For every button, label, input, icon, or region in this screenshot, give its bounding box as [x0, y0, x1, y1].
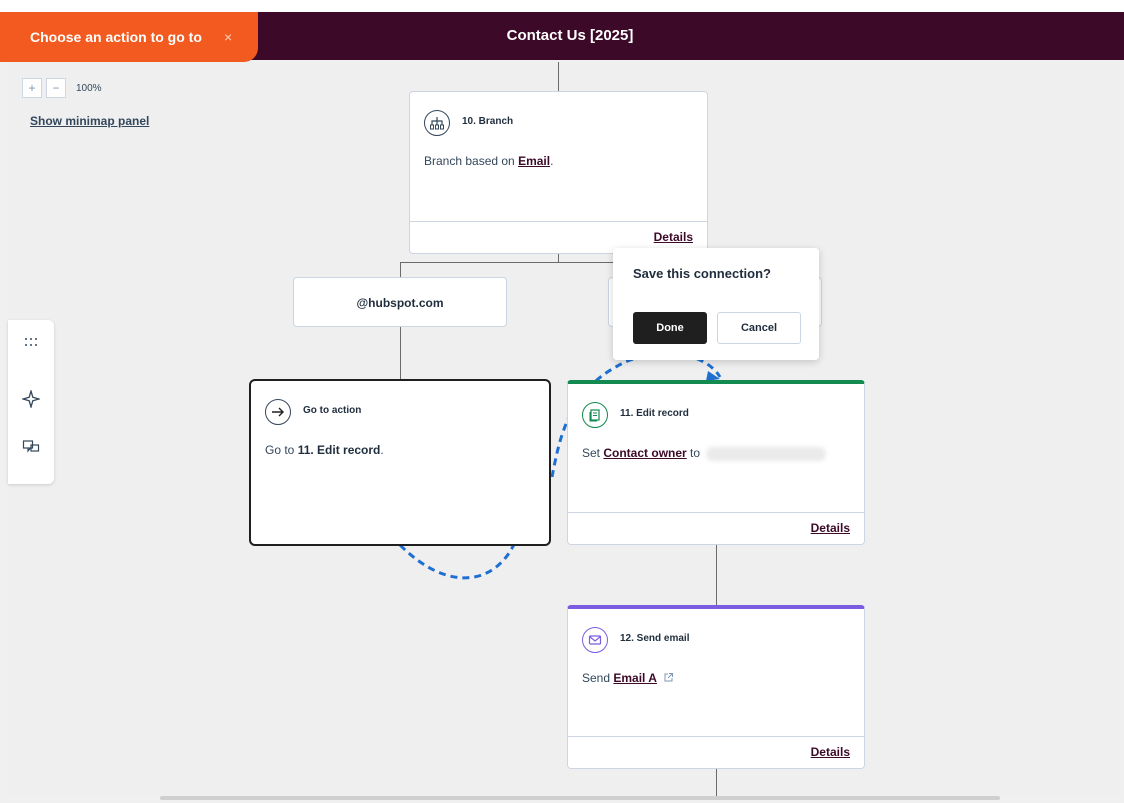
zoom-level: 100%: [76, 82, 102, 94]
desc-text: to: [686, 446, 701, 460]
branch-option-label: @hubspot.com: [356, 296, 444, 310]
action-title: 12. Send email: [620, 633, 690, 644]
top-strip: [0, 0, 1124, 12]
details-link[interactable]: Details: [811, 521, 850, 535]
edit-record-icon: [582, 402, 608, 428]
desc-text: Branch based on: [424, 154, 519, 168]
cancel-button[interactable]: Cancel: [717, 312, 801, 344]
arrow-right-icon: [265, 399, 291, 425]
branch-icon: [424, 110, 450, 136]
zoom-out-button[interactable]: −: [46, 78, 66, 98]
connector-line: [400, 262, 401, 278]
action-title: 10. Branch: [462, 116, 514, 127]
card-footer: Details: [568, 736, 864, 768]
action-title: 11. Edit record: [620, 408, 689, 419]
zoom-in-button[interactable]: +: [22, 78, 42, 98]
sparkle-icon[interactable]: [20, 388, 42, 410]
action-description: Go to 11. Edit record.: [265, 443, 384, 457]
done-button[interactable]: Done: [633, 312, 707, 344]
action-description: Set Contact owner to: [582, 446, 827, 461]
close-icon[interactable]: ×: [224, 12, 232, 62]
goto-action-card[interactable]: Go to action Go to 11. Edit record.: [249, 379, 551, 546]
edit-record-card[interactable]: 11. Edit record Set Contact owner to Det…: [567, 380, 865, 545]
horizontal-scrollbar[interactable]: [160, 796, 1000, 800]
action-mode-banner: Choose an action to go to ×: [0, 12, 258, 62]
connector-line: [558, 62, 559, 92]
branch-action-card[interactable]: 10. Branch Branch based on Email. Detail…: [409, 91, 708, 254]
email-property-link[interactable]: Email: [518, 154, 550, 168]
zoom-controls: + − 100%: [22, 78, 102, 98]
desc-text: .: [550, 154, 554, 168]
target-action-name: 11. Edit record: [297, 443, 381, 457]
popover-question: Save this connection?: [633, 266, 771, 281]
action-mode-label: Choose an action to go to: [30, 29, 202, 45]
comments-icon[interactable]: [21, 438, 41, 458]
details-link[interactable]: Details: [811, 745, 850, 759]
redacted-value: [706, 446, 827, 461]
side-toolbar: [8, 320, 54, 484]
grid-icon[interactable]: [21, 334, 41, 354]
show-minimap-link[interactable]: Show minimap panel: [30, 114, 149, 128]
save-connection-popover: Save this connection? Done Cancel: [613, 248, 819, 360]
action-description: Send Email A: [582, 671, 674, 686]
desc-text: Send: [582, 671, 614, 685]
card-footer: Details: [568, 512, 864, 544]
external-link-icon[interactable]: [663, 672, 674, 686]
connector-line: [716, 768, 717, 796]
desc-text: Set: [582, 446, 604, 460]
workflow-title: Contact Us [2025]: [506, 27, 634, 44]
email-a-link[interactable]: Email A: [613, 671, 657, 685]
details-link[interactable]: Details: [654, 230, 693, 244]
email-icon: [582, 627, 608, 653]
send-email-card[interactable]: 12. Send email Send Email A Details: [567, 605, 865, 769]
branch-option-hubspot[interactable]: @hubspot.com: [293, 277, 507, 327]
desc-text: .: [380, 443, 384, 457]
action-description: Branch based on Email.: [424, 154, 553, 168]
contact-owner-link[interactable]: Contact owner: [603, 446, 686, 460]
connector-line: [400, 262, 616, 263]
desc-text: Go to: [265, 443, 298, 457]
action-title: Go to action: [303, 405, 362, 416]
